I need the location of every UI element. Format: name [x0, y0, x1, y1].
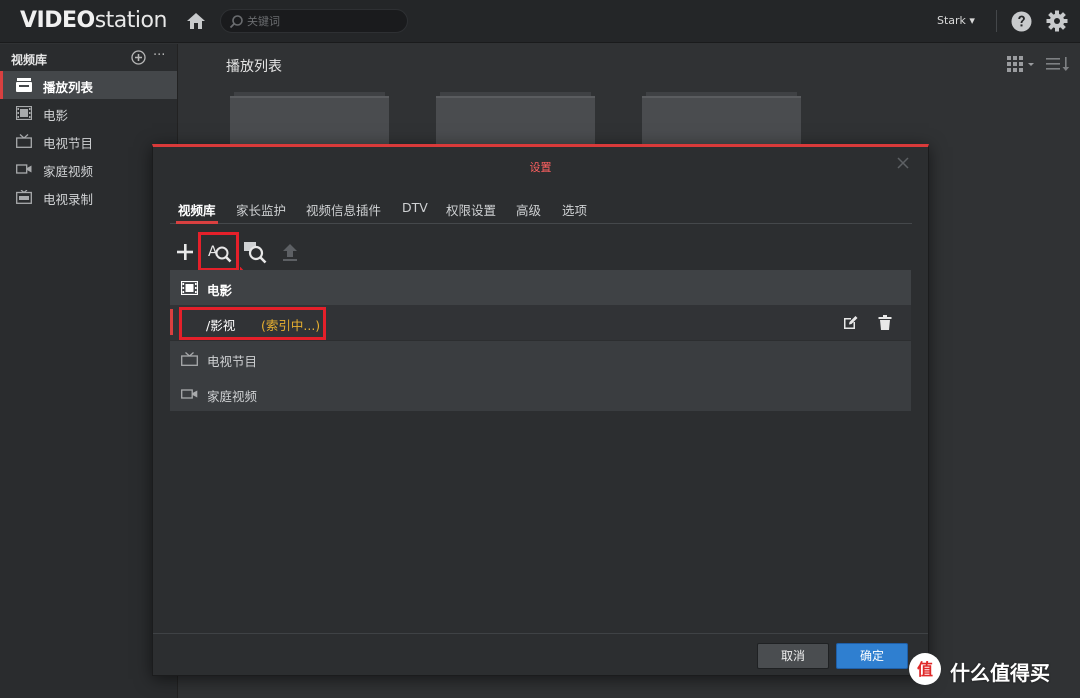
- reindex-icon[interactable]: A: [208, 240, 232, 264]
- gear-icon[interactable]: [1046, 10, 1068, 32]
- library-folder-row[interactable]: /影视 (索引中...): [170, 305, 911, 340]
- watermark-text: 什么值得买: [950, 661, 1050, 685]
- grid-view-icon[interactable]: [1006, 55, 1036, 73]
- section-label: 电视节目: [207, 354, 258, 369]
- app-logo: VIDEOstation: [20, 8, 167, 33]
- tab-permissions[interactable]: 权限设置: [446, 200, 496, 219]
- folder-path: /影视: [206, 318, 236, 333]
- cancel-button[interactable]: 取消: [757, 643, 829, 669]
- tv-icon: [181, 352, 198, 366]
- page-title: 播放列表: [226, 59, 282, 75]
- sidebar-item-label: 家庭视频: [43, 164, 94, 179]
- sidebar-item-label: 电视录制: [43, 192, 94, 207]
- home-icon[interactable]: [186, 11, 206, 31]
- add-library-icon[interactable]: [131, 50, 146, 65]
- tab-options[interactable]: 选项: [562, 200, 587, 219]
- sidebar-item-tv-recordings[interactable]: 电视录制: [0, 183, 177, 211]
- upload-icon[interactable]: [278, 240, 302, 264]
- sidebar-item-home-videos[interactable]: 家庭视频: [0, 155, 177, 183]
- search-box[interactable]: [220, 9, 408, 33]
- tab-advanced[interactable]: 高级: [516, 200, 541, 219]
- edit-icon[interactable]: [843, 315, 858, 330]
- tab-parental-control[interactable]: 家长监护: [236, 200, 286, 219]
- sidebar-item-label: 电影: [43, 108, 69, 123]
- dialog-footer-divider: [153, 633, 928, 634]
- tab-video-library[interactable]: 视频库: [176, 200, 218, 224]
- search-input[interactable]: [247, 13, 397, 30]
- film-icon: [16, 106, 32, 120]
- sidebar-header: 视频库: [11, 53, 48, 67]
- library-section-tv-shows[interactable]: 电视节目: [170, 341, 911, 376]
- camera-icon: [16, 164, 32, 174]
- rescan-icon[interactable]: [243, 240, 267, 264]
- svg-text:值: 值: [917, 660, 933, 679]
- sort-icon[interactable]: [1045, 55, 1071, 73]
- tab-video-info-plugin[interactable]: 视频信息插件: [306, 200, 381, 219]
- section-label: 家庭视频: [207, 389, 258, 404]
- settings-dialog: 设置 视频库 家长监护 视频信息插件 DTV 权限设置 高级 选项 A 电影 /…: [152, 144, 929, 676]
- sidebar-item-label: 播放列表: [43, 80, 94, 95]
- dialog-title: 设置: [529, 161, 552, 174]
- top-bar: VIDEOstation Stark ▾: [0, 0, 1080, 43]
- film-icon: [181, 281, 198, 295]
- ok-button[interactable]: 确定: [836, 643, 908, 669]
- recording-icon: [16, 190, 32, 204]
- tv-icon: [16, 134, 32, 148]
- sidebar-item-tv-shows[interactable]: 电视节目: [0, 127, 177, 155]
- close-icon[interactable]: [897, 157, 909, 169]
- tab-dtv[interactable]: DTV: [402, 200, 428, 215]
- camera-icon: [181, 389, 198, 399]
- sidebar-item-playlist[interactable]: 播放列表: [0, 71, 177, 99]
- sidebar-item-movies[interactable]: 电影: [0, 99, 177, 127]
- section-label: 电影: [207, 283, 233, 298]
- help-icon[interactable]: [1011, 11, 1032, 32]
- playlist-icon: [16, 78, 32, 92]
- search-icon: [229, 15, 243, 29]
- sidebar-item-label: 电视节目: [43, 136, 94, 151]
- library-section-home-videos[interactable]: 家庭视频: [170, 376, 911, 411]
- watermark-logo-icon: 值: [909, 653, 941, 685]
- library-section-movies[interactable]: 电影: [170, 270, 911, 305]
- settings-tabs: 视频库 家长监护 视频信息插件 DTV 权限设置 高级 选项: [170, 197, 912, 224]
- trash-icon[interactable]: [878, 315, 892, 330]
- topbar-divider: [996, 10, 997, 32]
- indexing-status: (索引中...): [261, 318, 321, 333]
- more-options-icon[interactable]: ···: [153, 48, 165, 63]
- add-icon[interactable]: [173, 240, 197, 264]
- user-menu[interactable]: Stark ▾: [937, 14, 975, 27]
